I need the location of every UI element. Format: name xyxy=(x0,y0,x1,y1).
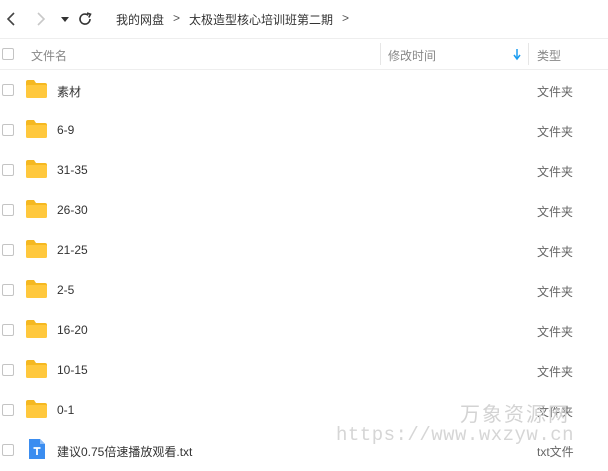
breadcrumb-separator: > xyxy=(342,11,350,25)
breadcrumb-separator: > xyxy=(173,11,181,25)
watermark-url: https://www.wxzyw.cn xyxy=(336,424,575,446)
row-checkbox[interactable] xyxy=(2,204,14,216)
file-type: 文件夹 xyxy=(537,365,574,379)
sort-descending-icon[interactable] xyxy=(512,47,522,61)
file-row[interactable]: 2-5 文件夹 xyxy=(0,270,608,310)
folder-icon xyxy=(26,400,47,418)
file-name[interactable]: 建议0.75倍速播放观看.txt xyxy=(57,443,192,460)
file-row[interactable]: 10-15 文件夹 xyxy=(0,350,608,390)
refresh-icon xyxy=(79,12,92,25)
caret-down-icon xyxy=(61,17,69,22)
file-row[interactable]: 6-9 文件夹 xyxy=(0,110,608,150)
row-checkbox[interactable] xyxy=(2,124,14,136)
file-name[interactable]: 31-35 xyxy=(57,163,88,177)
file-name[interactable]: 0-1 xyxy=(57,403,74,417)
folder-icon xyxy=(26,360,47,378)
file-name[interactable]: 6-9 xyxy=(57,123,74,137)
file-name[interactable]: 21-25 xyxy=(57,243,88,257)
file-type: 文件夹 xyxy=(537,85,574,99)
forward-button[interactable] xyxy=(32,10,50,28)
file-row[interactable]: 21-25 文件夹 xyxy=(0,230,608,270)
file-row[interactable]: 31-35 文件夹 xyxy=(0,150,608,190)
text-file-icon xyxy=(29,439,45,459)
row-checkbox[interactable] xyxy=(2,84,14,96)
breadcrumb-item-current[interactable]: 太极造型核心培训班第二期 xyxy=(189,11,333,28)
watermark-title: 万象资源网 xyxy=(460,404,570,426)
file-name[interactable]: 16-20 xyxy=(57,323,88,337)
back-button[interactable] xyxy=(2,10,20,28)
file-type: 文件夹 xyxy=(537,165,574,179)
row-checkbox[interactable] xyxy=(2,404,14,416)
file-type: 文件夹 xyxy=(537,245,574,259)
file-name[interactable]: 26-30 xyxy=(57,203,88,217)
row-checkbox[interactable] xyxy=(2,444,14,456)
row-checkbox[interactable] xyxy=(2,164,14,176)
folder-icon xyxy=(26,280,47,298)
history-dropdown-button[interactable] xyxy=(56,10,74,28)
folder-icon xyxy=(26,240,47,258)
column-header-type[interactable]: 类型 xyxy=(537,47,561,64)
file-type: 文件夹 xyxy=(537,205,574,219)
file-name[interactable]: 10-15 xyxy=(57,363,88,377)
column-divider[interactable] xyxy=(380,43,381,65)
row-checkbox[interactable] xyxy=(2,324,14,336)
select-all-checkbox[interactable] xyxy=(2,48,14,60)
folder-icon xyxy=(26,200,47,218)
column-divider[interactable] xyxy=(528,43,529,65)
column-header-modified[interactable]: 修改时间 xyxy=(388,47,436,64)
breadcrumb: 我的网盘 > 太极造型核心培训班第二期 > xyxy=(116,11,358,28)
folder-icon xyxy=(26,80,47,98)
file-type: 文件夹 xyxy=(537,325,574,339)
file-row[interactable]: 素材 文件夹 xyxy=(0,70,608,110)
row-checkbox[interactable] xyxy=(2,364,14,376)
breadcrumb-item-root[interactable]: 我的网盘 xyxy=(116,11,164,28)
file-type: 文件夹 xyxy=(537,125,574,139)
file-name[interactable]: 素材 xyxy=(57,83,81,100)
folder-icon xyxy=(26,120,47,138)
column-header-name[interactable]: 文件名 xyxy=(31,47,67,64)
folder-icon xyxy=(26,320,47,338)
refresh-button[interactable] xyxy=(76,10,94,28)
row-checkbox[interactable] xyxy=(2,244,14,256)
folder-icon xyxy=(26,160,47,178)
toolbar: 我的网盘 > 太极造型核心培训班第二期 > xyxy=(0,0,608,38)
file-name[interactable]: 2-5 xyxy=(57,283,74,297)
file-row[interactable]: 26-30 文件夹 xyxy=(0,190,608,230)
chevron-right-icon xyxy=(37,12,46,26)
file-list-header: 文件名 修改时间 类型 xyxy=(0,38,608,70)
file-type: 文件夹 xyxy=(537,285,574,299)
chevron-left-icon xyxy=(6,12,15,26)
file-row[interactable]: 16-20 文件夹 xyxy=(0,310,608,350)
row-checkbox[interactable] xyxy=(2,284,14,296)
